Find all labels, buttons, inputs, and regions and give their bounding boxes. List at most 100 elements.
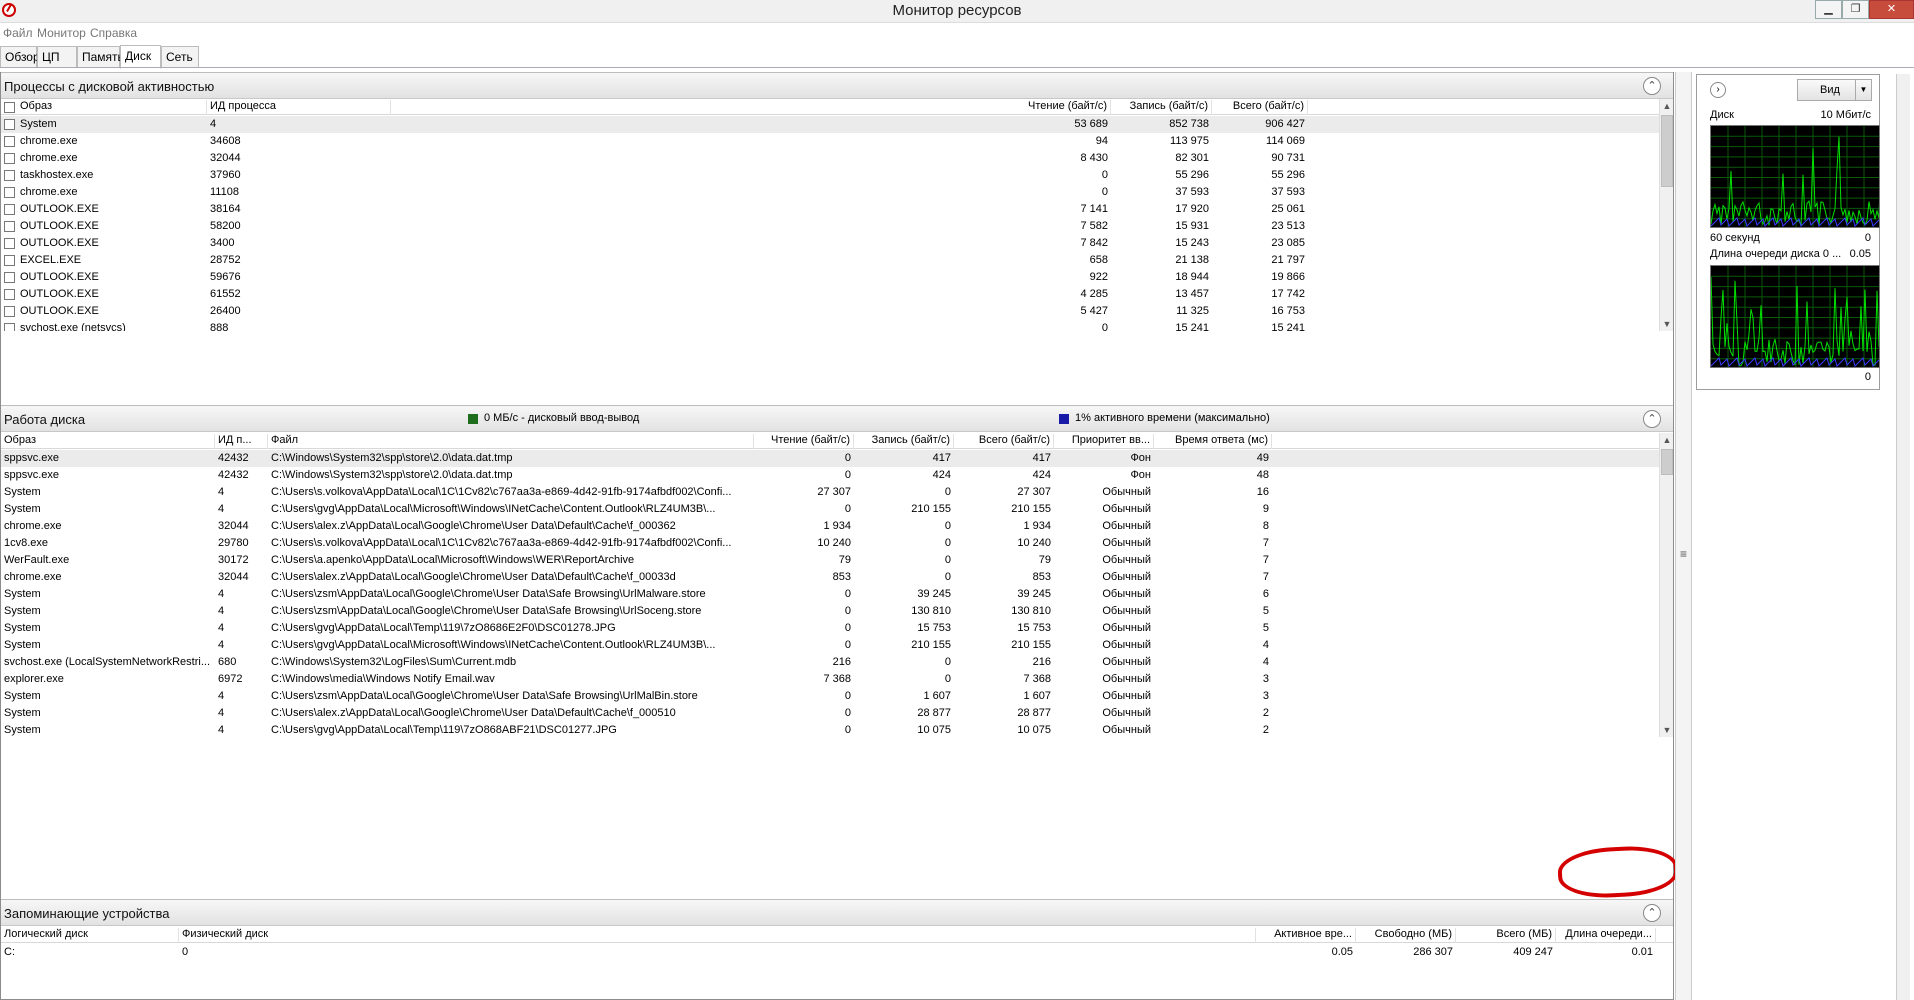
scroll-thumb[interactable] [1661, 115, 1673, 187]
table-row[interactable]: OUTLOOK.EXE 61552 4 285 13 457 17 742 [1, 286, 1661, 303]
collapse-processes-button[interactable]: ⌃ [1643, 77, 1661, 95]
col-physical-disk[interactable]: Физический диск [179, 928, 1256, 943]
row-checkbox[interactable] [4, 119, 15, 130]
scroll-thumb[interactable] [1661, 449, 1673, 475]
col-pid[interactable]: ИД п... [215, 434, 268, 449]
table-row[interactable]: svchost.exe (LocalSystemNetworkRestri...… [1, 654, 1661, 671]
table-row[interactable]: OUTLOOK.EXE 58200 7 582 15 931 23 513 [1, 218, 1661, 235]
row-checkbox[interactable] [4, 272, 15, 283]
row-checkbox[interactable] [4, 255, 15, 266]
table-row[interactable]: OUTLOOK.EXE 26400 5 427 11 325 16 753 [1, 303, 1661, 320]
tab-memory[interactable]: Память [77, 46, 124, 68]
table-row[interactable]: System 4 C:\Users\gvg\AppData\Local\Micros… [1, 501, 1661, 518]
table-row[interactable]: 1cv8.exe 29780 C:\Users\s.volkova\AppData\… [1, 535, 1661, 552]
cell-image: OUTLOOK.EXE [20, 305, 99, 317]
select-all-checkbox[interactable] [4, 102, 15, 113]
table-row[interactable]: System 4 C:\Users\zsm\AppData\Local\Google… [1, 688, 1661, 705]
col-logical-disk[interactable]: Логический диск [1, 928, 179, 943]
processes-scrollbar[interactable]: ▲ ▼ [1659, 99, 1673, 331]
cell-image: OUTLOOK.EXE [20, 220, 99, 232]
table-row[interactable]: WerFault.exe 30172 C:\Users\a.apenko\AppDa… [1, 552, 1661, 569]
cell-pid: 888 [210, 322, 229, 331]
table-row[interactable]: chrome.exe 32044 C:\Users\alex.z\AppData\L… [1, 569, 1661, 586]
col-read[interactable]: Чтение (байт/с) [1011, 100, 1111, 115]
table-row[interactable]: sppsvc.exe 42432 C:\Windows\System32\spp\s… [1, 450, 1661, 467]
tab-network[interactable]: Сеть [161, 46, 199, 68]
col-image[interactable]: Образ [1, 434, 215, 449]
cell-file: C:\Windows\media\Windows Notify Email.wa… [271, 673, 495, 685]
table-row[interactable]: svchost.exe (netsvcs) 888 0 15 241 15 241 [1, 320, 1661, 331]
restore-button[interactable]: ❐ [1842, 0, 1869, 19]
row-checkbox[interactable] [4, 238, 15, 249]
table-row[interactable]: OUTLOOK.EXE 59676 922 18 944 19 866 [1, 269, 1661, 286]
col-response-time[interactable]: Время ответа (мс) [1154, 434, 1272, 449]
table-row[interactable]: System 4 53 689 852 738 906 427 [1, 116, 1661, 133]
col-file[interactable]: Файл [268, 434, 754, 449]
table-row[interactable]: chrome.exe 34608 94 113 975 114 069 [1, 133, 1661, 150]
col-image[interactable]: Образ [17, 100, 207, 115]
row-checkbox[interactable] [4, 289, 15, 300]
row-checkbox[interactable] [4, 204, 15, 215]
table-row[interactable]: System 4 C:\Users\zsm\AppData\Local\Google… [1, 586, 1661, 603]
disk-activity-scrollbar[interactable]: ▲ ▼ [1659, 433, 1673, 737]
col-write[interactable]: Запись (байт/с) [854, 434, 954, 449]
table-row[interactable]: System 4 C:\Users\gvg\AppData\Local\Temp\1… [1, 722, 1661, 737]
table-row[interactable]: System 4 C:\Users\s.volkova\AppData\Local\… [1, 484, 1661, 501]
row-checkbox[interactable] [4, 153, 15, 164]
tab-overview[interactable]: Обзор [0, 46, 40, 68]
view-button[interactable]: Вид ▼ [1797, 79, 1872, 101]
table-row[interactable]: System 4 C:\Users\zsm\AppData\Local\Google… [1, 603, 1661, 620]
disk-activity-section-header[interactable]: Работа диска 0 МБ/с - дисковый ввод-выво… [1, 405, 1673, 432]
scroll-down-icon[interactable]: ▼ [1660, 317, 1673, 331]
col-priority[interactable]: Приоритет вв... [1054, 434, 1154, 449]
table-row[interactable]: sppsvc.exe 42432 C:\Windows\System32\spp\s… [1, 467, 1661, 484]
col-write[interactable]: Запись (байт/с) [1111, 100, 1212, 115]
row-checkbox[interactable] [4, 323, 15, 331]
table-row[interactable]: System 4 C:\Users\gvg\AppData\Local\Micros… [1, 637, 1661, 654]
cell-read: 7 842 [1080, 237, 1108, 249]
table-row[interactable]: explorer.exe 6972 C:\Windows\media\Windows… [1, 671, 1661, 688]
col-total[interactable]: Всего (байт/с) [954, 434, 1054, 449]
table-row[interactable]: chrome.exe 32044 C:\Users\alex.z\AppData\L… [1, 518, 1661, 535]
menu-monitor[interactable]: Монитор [37, 26, 86, 40]
table-row[interactable]: C: 0 0.05 286 307 409 247 0.01 [1, 944, 1661, 961]
expand-graphs-icon[interactable]: › [1710, 82, 1726, 98]
storage-section-header[interactable]: Запоминающие устройства ⌃ [1, 899, 1673, 926]
col-read[interactable]: Чтение (байт/с) [754, 434, 854, 449]
table-row[interactable]: System 4 C:\Users\alex.z\AppData\Local\Goo… [1, 705, 1661, 722]
collapse-disk-activity-button[interactable]: ⌃ [1643, 410, 1661, 428]
col-total[interactable]: Всего (байт/с) [1212, 100, 1308, 115]
collapse-storage-button[interactable]: ⌃ [1643, 904, 1661, 922]
menu-help[interactable]: Справка [90, 26, 137, 40]
table-row[interactable]: System 4 C:\Users\gvg\AppData\Local\Temp\1… [1, 620, 1661, 637]
tab-disk[interactable]: Диск [120, 45, 161, 69]
table-row[interactable]: chrome.exe 11108 0 37 593 37 593 [1, 184, 1661, 201]
scroll-up-icon[interactable]: ▲ [1660, 433, 1673, 447]
row-checkbox[interactable] [4, 221, 15, 232]
splitter-grip-icon[interactable]: ≡ [1680, 547, 1687, 561]
col-queue-length[interactable]: Длина очереди... [1556, 928, 1656, 943]
close-button[interactable]: ✕ [1869, 0, 1914, 19]
processes-section-header[interactable]: Процессы с дисковой активностью ⌃ [1, 72, 1673, 99]
chevron-down-icon[interactable]: ▼ [1855, 80, 1871, 100]
table-row[interactable]: taskhostex.exe 37960 0 55 296 55 296 [1, 167, 1661, 184]
scroll-down-icon[interactable]: ▼ [1660, 723, 1673, 737]
table-row[interactable]: chrome.exe 32044 8 430 82 301 90 731 [1, 150, 1661, 167]
menu-file[interactable]: Файл [3, 26, 33, 40]
col-active-time[interactable]: Активное вре... [1256, 928, 1356, 943]
table-row[interactable]: EXCEL.EXE 28752 658 21 138 21 797 [1, 252, 1661, 269]
tab-cpu[interactable]: ЦП [37, 46, 77, 68]
col-pid[interactable]: ИД процесса [207, 100, 391, 115]
pane-splitter[interactable]: ≡ [1675, 72, 1692, 1000]
scroll-up-icon[interactable]: ▲ [1660, 99, 1673, 113]
row-checkbox[interactable] [4, 170, 15, 181]
right-scrollbar[interactable] [1896, 74, 1910, 1000]
row-checkbox[interactable] [4, 306, 15, 317]
col-total[interactable]: Всего (МБ) [1456, 928, 1556, 943]
table-row[interactable]: OUTLOOK.EXE 38164 7 141 17 920 25 061 [1, 201, 1661, 218]
minimize-button[interactable]: ▁ [1815, 0, 1842, 19]
row-checkbox[interactable] [4, 187, 15, 198]
col-free[interactable]: Свободно (МБ) [1356, 928, 1456, 943]
row-checkbox[interactable] [4, 136, 15, 147]
table-row[interactable]: OUTLOOK.EXE 3400 7 842 15 243 23 085 [1, 235, 1661, 252]
